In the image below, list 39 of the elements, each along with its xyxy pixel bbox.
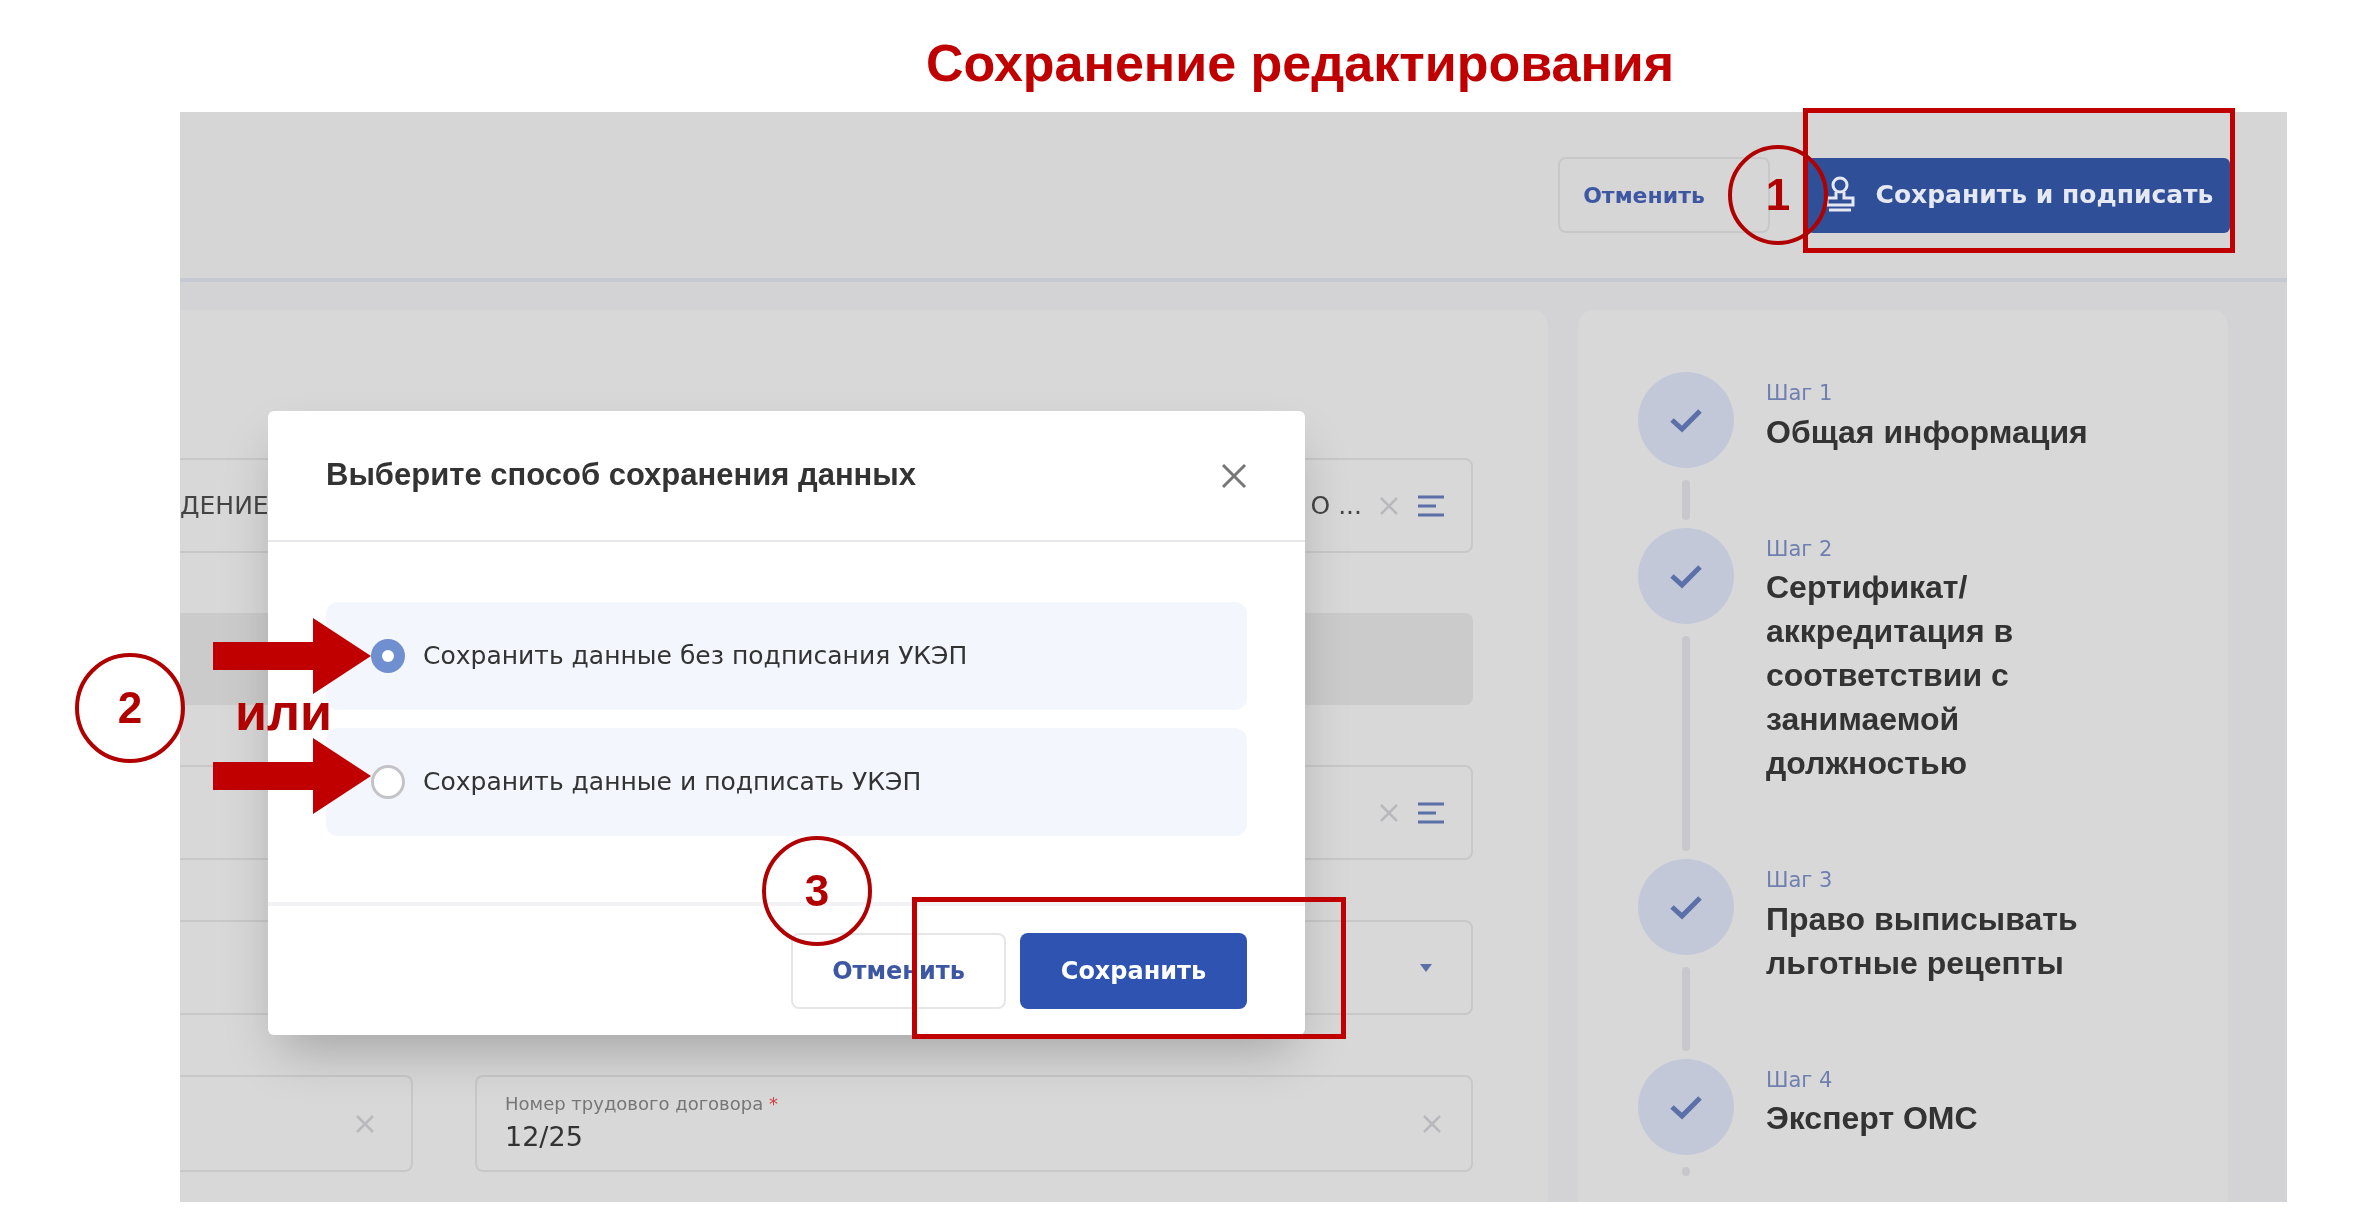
step-marker: 3 — [762, 836, 872, 946]
check-icon — [1669, 1093, 1703, 1120]
field-label: Номер трудового договора * — [505, 1091, 779, 1116]
field-value: ДЕНИЕ — [180, 489, 270, 522]
dialog-title: Выберите способ сохранения данных — [326, 456, 917, 495]
step-title: Эксперт ОМС — [1766, 1099, 1979, 1138]
annotation-title: Сохранение редактирования — [924, 33, 1676, 94]
step-label: Шаг 1 — [1766, 380, 1834, 407]
step-marker: 1 — [1728, 145, 1828, 245]
list-icon[interactable] — [1416, 800, 1446, 825]
option-label: Сохранить данные без подписания УКЭП — [423, 640, 968, 673]
clear-icon[interactable] — [1421, 1112, 1443, 1135]
clear-icon[interactable] — [1378, 494, 1400, 517]
field-value: 12/25 — [505, 1119, 584, 1154]
option-label: Сохранить данные и подписать УКЭП — [423, 766, 922, 799]
field-value: О ... — [1310, 489, 1362, 522]
check-icon — [1669, 894, 1703, 920]
contract-number-field[interactable]: Номер трудового договора * 12/25 — [475, 1075, 1473, 1172]
arrow-icon — [213, 738, 371, 814]
step-marker: 2 — [75, 653, 185, 763]
check-icon — [1669, 562, 1703, 589]
list-icon[interactable] — [1416, 493, 1446, 518]
step-title: Сертификат/ аккредитация в соответствии с занимаемой должностью — [1766, 568, 2015, 783]
radio-button[interactable] — [371, 765, 405, 799]
arrow-icon — [213, 618, 371, 694]
sign-button[interactable]: Сохранить и подписать — [1807, 157, 2230, 233]
caret-icon[interactable] — [1419, 962, 1433, 973]
text-field[interactable] — [180, 1075, 413, 1172]
step-label: Шаг 3 — [1766, 867, 1834, 894]
radio-button[interactable] — [371, 639, 405, 673]
save-button[interactable]: Сохранить — [1020, 932, 1247, 1009]
step-label: Шаг 4 — [1766, 1066, 1834, 1094]
check-icon — [1669, 407, 1703, 433]
step-title: Право выписывать льготные рецепты — [1766, 899, 2079, 983]
step-label: Шаг 2 — [1766, 535, 1834, 563]
close-icon[interactable] — [1221, 462, 1247, 489]
step-title: Общая информация — [1766, 412, 2089, 452]
clear-icon[interactable] — [354, 1112, 376, 1135]
clear-icon[interactable] — [1378, 801, 1400, 824]
